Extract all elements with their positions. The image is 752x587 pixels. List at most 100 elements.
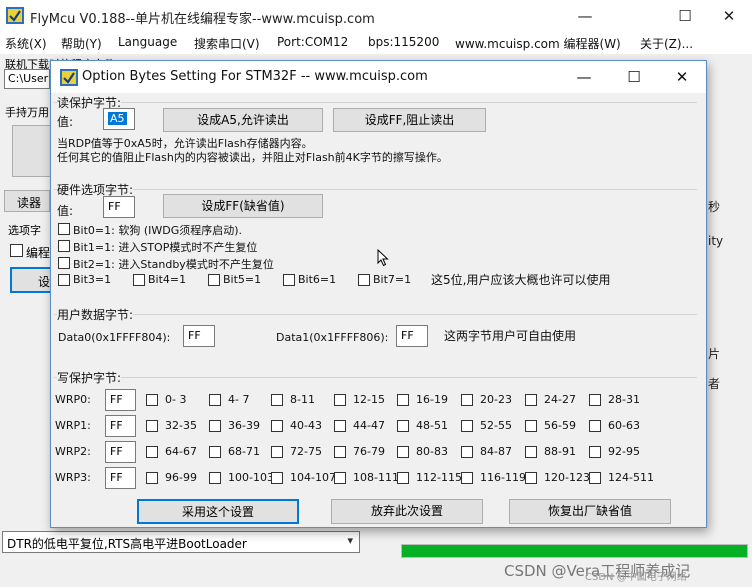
wrp-sector-checkbox[interactable] [397, 420, 409, 432]
wrp-sector-checkbox[interactable] [146, 446, 158, 458]
block-read-button[interactable]: 设成FF,阻止读出 [333, 108, 486, 132]
restore-defaults-button[interactable]: 恢复出厂缺省值 [509, 499, 671, 524]
wrp-sector-checkbox[interactable] [461, 394, 473, 406]
set-hardware-default-button[interactable]: 设成FF(缺省值) [163, 194, 323, 218]
wrp-sector-label: 36-39 [228, 419, 260, 432]
flymcu-app-icon [6, 7, 24, 24]
data0-input[interactable]: FF [183, 325, 215, 347]
set-option-bytes-button[interactable]: 设 [10, 267, 52, 293]
dialog-title: Option Bytes Setting For STM32F -- www.m… [82, 69, 428, 84]
program-option-checkbox[interactable] [10, 244, 23, 257]
wrp-value-input[interactable]: FF [105, 415, 136, 437]
menu-programmer[interactable]: www.mcuisp.com 编程器(W) [455, 35, 621, 52]
menu-system[interactable]: 系统(X) [5, 35, 47, 52]
wrp-sector-checkbox[interactable] [589, 394, 601, 406]
wrp-sector-label: 104-107 [290, 471, 336, 484]
program-option-label: 编程 [26, 246, 51, 260]
bit0-checkbox[interactable] [58, 223, 70, 235]
wrp-sector-checkbox[interactable] [209, 394, 221, 406]
wrp-sector-checkbox[interactable] [461, 472, 473, 484]
main-minimize-button[interactable]: — [562, 0, 608, 32]
read-device-button[interactable]: 读器 [4, 190, 50, 212]
user-data-note: 这两字节用户可自由使用 [444, 329, 577, 343]
read-protect-note-2: 任何其它的值阻止Flash内的内容被读出，并阻止对Flash前4K字节的擦写操作… [57, 151, 448, 164]
wrp-sector-checkbox[interactable] [334, 446, 346, 458]
data1-label: Data1(0x1FFFF806): [276, 331, 389, 344]
discard-settings-button[interactable]: 放弃此次设置 [331, 499, 483, 524]
wrp-sector-label: 124-511 [608, 471, 654, 484]
menu-language[interactable]: Language [118, 35, 177, 49]
wrp-sector-label: 56-59 [544, 419, 576, 432]
wrp-sector-checkbox[interactable] [397, 446, 409, 458]
menu-help[interactable]: 帮助(Y) [61, 35, 102, 52]
main-close-button[interactable]: ✕ [706, 0, 752, 32]
wrp-sector-checkbox[interactable] [397, 472, 409, 484]
wrp-value-input[interactable]: FF [105, 389, 136, 411]
wrp-sector-label: 48-51 [416, 419, 448, 432]
wrp-sector-checkbox[interactable] [146, 472, 158, 484]
option-bytes-label: 选项字 [8, 224, 41, 237]
bit6-checkbox[interactable] [283, 274, 295, 286]
apply-settings-button[interactable]: 采用这个设置 [137, 499, 299, 524]
dialog-close-button[interactable]: ✕ [659, 61, 705, 93]
wrp-sector-checkbox[interactable] [589, 472, 601, 484]
chevron-down-icon: ▾ [347, 534, 353, 547]
bit3-label: Bit3=1 [73, 273, 112, 286]
wrp-sector-checkbox[interactable] [209, 446, 221, 458]
wrp-sector-label: 88-91 [544, 445, 576, 458]
bit5-checkbox[interactable] [208, 274, 220, 286]
wrp-sector-label: 0- 3 [165, 393, 187, 406]
wrp-sector-checkbox[interactable] [209, 472, 221, 484]
wrp-sector-checkbox[interactable] [209, 420, 221, 432]
wrp-sector-label: 32-35 [165, 419, 197, 432]
program-file-path-input[interactable]: C:\User [4, 69, 50, 89]
wrp-sector-checkbox[interactable] [271, 420, 283, 432]
wrp-sector-checkbox[interactable] [146, 394, 158, 406]
menu-search-port[interactable]: 搜索串口(V) [194, 35, 260, 52]
hardware-value-input[interactable]: FF [103, 196, 135, 218]
wrp-sector-checkbox[interactable] [525, 472, 537, 484]
wrp-sector-checkbox[interactable] [146, 420, 158, 432]
wrp-sector-checkbox[interactable] [525, 446, 537, 458]
wrp-sector-checkbox[interactable] [461, 420, 473, 432]
main-maximize-button[interactable]: ☐ [662, 0, 708, 32]
bit7-label: Bit7=1 [373, 273, 412, 286]
wrp-sector-checkbox[interactable] [589, 446, 601, 458]
menu-bps[interactable]: bps:115200 [368, 35, 439, 49]
wrp-sector-label: 112-115 [416, 471, 462, 484]
wrp-sector-checkbox[interactable] [334, 472, 346, 484]
wrp-row-label: WRP2: [55, 445, 91, 458]
wrp-sector-checkbox[interactable] [397, 394, 409, 406]
allow-read-button[interactable]: 设成A5,允许读出 [163, 108, 323, 132]
bit5-label: Bit5=1 [223, 273, 262, 286]
wrp-sector-checkbox[interactable] [271, 446, 283, 458]
read-protect-value-label: 值: [57, 115, 74, 129]
wrp-sector-checkbox[interactable] [334, 394, 346, 406]
data1-input[interactable]: FF [396, 325, 428, 347]
bit1-checkbox[interactable] [58, 240, 70, 252]
reset-mode-select[interactable]: DTR的低电平复位,RTS高电平进BootLoader ▾ [2, 531, 360, 553]
dialog-maximize-button[interactable]: ☐ [611, 61, 657, 93]
wrp-sector-checkbox[interactable] [589, 420, 601, 432]
bit7-checkbox[interactable] [358, 274, 370, 286]
wrp-sector-checkbox[interactable] [461, 446, 473, 458]
wrp-sector-checkbox[interactable] [525, 394, 537, 406]
wrp-sector-label: 80-83 [416, 445, 448, 458]
dialog-minimize-button[interactable]: — [561, 61, 607, 93]
bit3-checkbox[interactable] [58, 274, 70, 286]
wrp-sector-checkbox[interactable] [334, 420, 346, 432]
wrp-sector-checkbox[interactable] [271, 394, 283, 406]
wrp-value-input[interactable]: FF [105, 467, 136, 489]
menu-about[interactable]: 关于(Z)... [640, 35, 693, 52]
handheld-label: 手持万用 [5, 106, 49, 119]
wrp-sector-label: 12-15 [353, 393, 385, 406]
wrp-sector-checkbox[interactable] [525, 420, 537, 432]
menu-port[interactable]: Port:COM12 [277, 35, 348, 49]
wrp-sector-label: 24-27 [544, 393, 576, 406]
read-protect-value-input[interactable]: A5 [103, 108, 135, 130]
wrp-value-input[interactable]: FF [105, 441, 136, 463]
bit4-checkbox[interactable] [133, 274, 145, 286]
wrp-sector-label: 16-19 [416, 393, 448, 406]
wrp-sector-checkbox[interactable] [271, 472, 283, 484]
bit2-checkbox[interactable] [58, 257, 70, 269]
